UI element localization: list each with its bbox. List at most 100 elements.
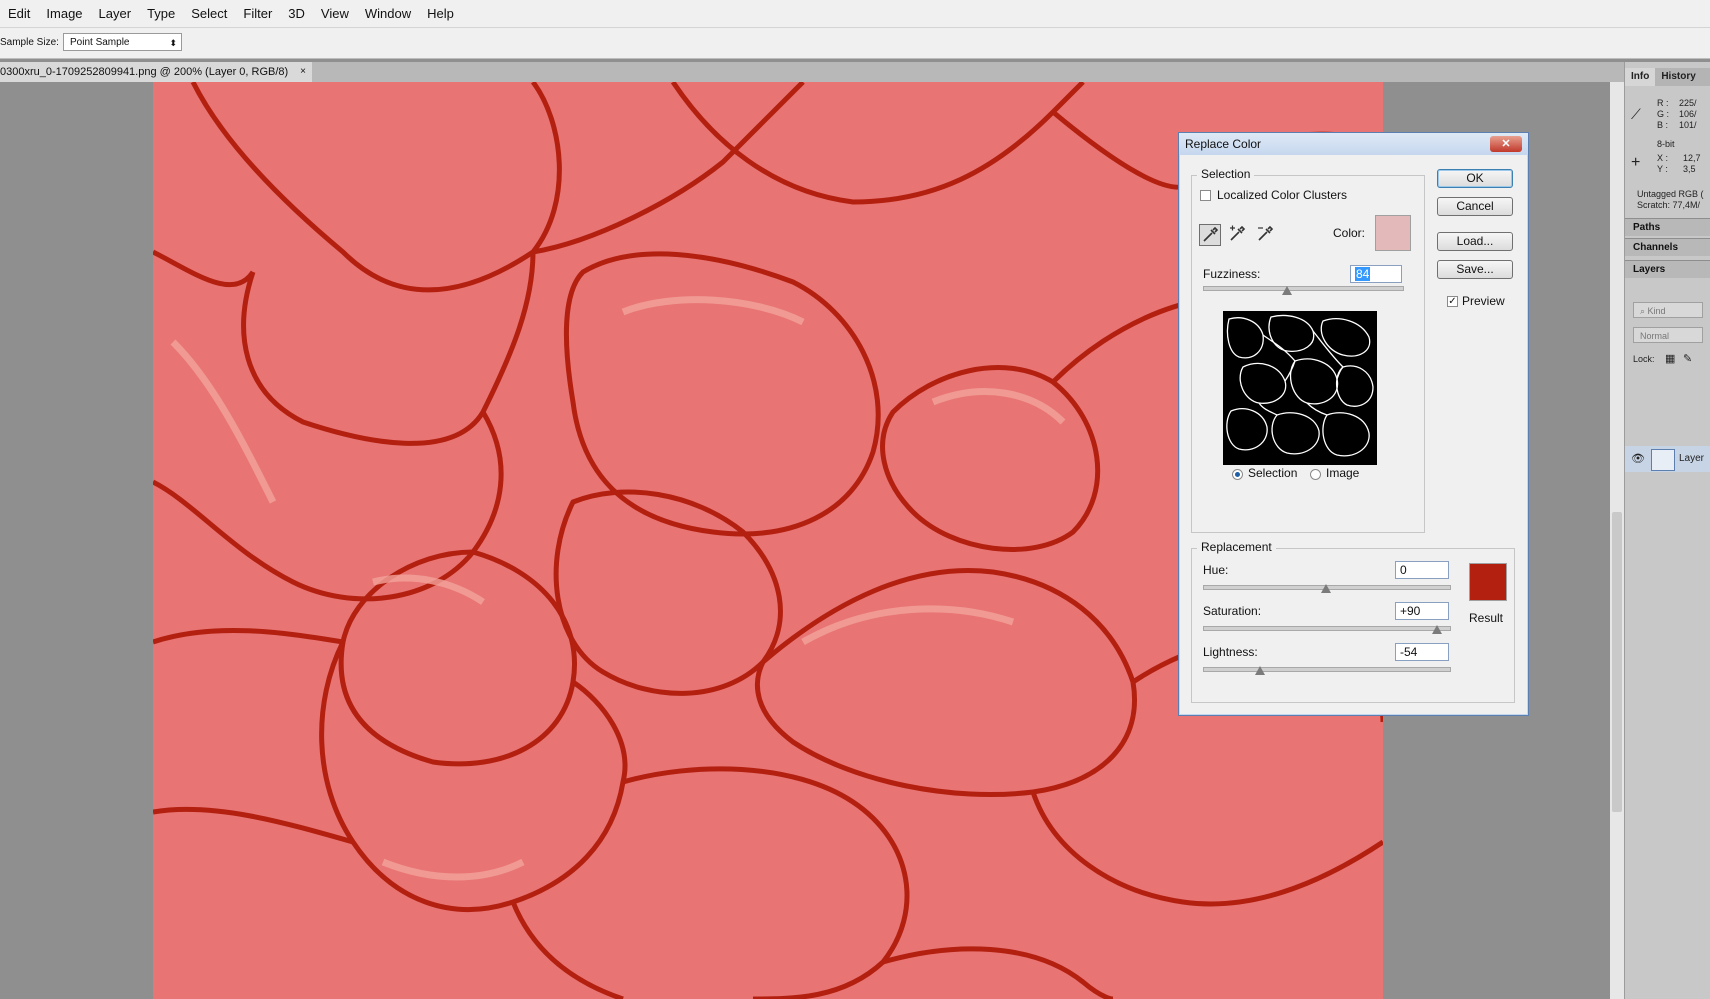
info-x-label: X : (1657, 153, 1669, 163)
sample-size-label: Sample Size: (0, 37, 59, 48)
layers-panel-tab[interactable]: Layers (1625, 260, 1710, 278)
kind-placeholder: Kind (1647, 306, 1666, 316)
scrollbar-thumb[interactable] (1612, 512, 1622, 812)
preview-label: Preview (1462, 294, 1505, 308)
search-icon: ⌕ (1640, 306, 1648, 316)
selection-preview-image (1223, 311, 1377, 465)
eyedropper-tool-icon[interactable] (1199, 224, 1221, 246)
menu-3d[interactable]: 3D (280, 0, 313, 27)
localized-clusters-label: Localized Color Clusters (1217, 188, 1348, 202)
fuzziness-slider-thumb[interactable] (1281, 286, 1292, 295)
info-b-value: 101/ (1679, 120, 1697, 130)
hue-slider-thumb[interactable] (1321, 584, 1331, 593)
localized-clusters-checkbox[interactable] (1200, 190, 1211, 201)
menu-window[interactable]: Window (357, 0, 419, 27)
lock-paint-brush-icon[interactable]: ✎ (1683, 352, 1692, 365)
sample-size-value: Point Sample (70, 37, 130, 48)
close-icon[interactable]: ✕ (1490, 136, 1522, 152)
load-button[interactable]: Load... (1437, 232, 1513, 251)
preview-checkbox[interactable]: ✓ (1447, 296, 1458, 307)
radio-selection-label: Selection (1248, 466, 1298, 480)
info-history-tabs: Info History (1625, 68, 1710, 86)
replacement-group-label: Replacement (1197, 540, 1276, 554)
visibility-eye-icon[interactable]: 👁 (1631, 452, 1645, 465)
lightness-field[interactable]: -54 (1395, 643, 1449, 661)
info-y-label: Y : (1657, 164, 1668, 174)
hue-label: Hue: (1203, 563, 1229, 577)
dialog-title: Replace Color (1185, 137, 1262, 151)
selection-group-label: Selection (1197, 167, 1255, 181)
select-arrows-icon: ⬍ (169, 38, 177, 48)
dialog-title-bar[interactable]: Replace Color (1179, 133, 1528, 155)
info-r-label: R : (1657, 98, 1669, 108)
layer-row[interactable]: 👁 Layer (1625, 446, 1710, 472)
fuzziness-label: Fuzziness: (1203, 267, 1261, 281)
menu-help[interactable]: Help (419, 0, 462, 27)
menu-view[interactable]: View (313, 0, 357, 27)
save-button[interactable]: Save... (1437, 260, 1513, 279)
info-g-value: 106/ (1679, 109, 1697, 119)
eyedropper-plus-icon[interactable] (1227, 224, 1249, 246)
menu-select[interactable]: Select (183, 0, 235, 27)
fuzziness-slider-track[interactable] (1203, 286, 1404, 291)
hue-value: 0 (1400, 563, 1407, 577)
result-label: Result (1469, 611, 1504, 625)
blend-mode-value: Normal (1640, 331, 1670, 341)
blend-mode-select[interactable]: Normal (1633, 327, 1703, 343)
menu-bar: Edit Image Layer Type Select Filter 3D V… (0, 0, 1710, 28)
lightness-slider-track[interactable] (1203, 667, 1451, 672)
channels-panel-tab[interactable]: Channels (1625, 238, 1710, 256)
lightness-slider-thumb[interactable] (1254, 666, 1265, 675)
saturation-label: Saturation: (1203, 604, 1262, 618)
info-b-label: B : (1657, 120, 1669, 130)
eyedropper-minus-icon[interactable] (1255, 224, 1277, 246)
result-color-swatch[interactable] (1469, 563, 1507, 601)
sample-size-select[interactable]: Point Sample ⬍ (63, 33, 182, 51)
cancel-button[interactable]: Cancel (1437, 197, 1513, 216)
close-tab-icon[interactable]: × (300, 62, 306, 82)
menu-edit[interactable]: Edit (0, 0, 38, 27)
lightness-label: Lightness: (1203, 645, 1258, 659)
document-tab[interactable]: 0300xru_0-1709252809941.png @ 200% (Laye… (0, 62, 313, 82)
menu-image[interactable]: Image (38, 0, 90, 27)
replace-color-dialog: Replace Color ✕ Selection Localized Colo… (1178, 132, 1529, 716)
info-r-value: 225/ (1679, 98, 1697, 108)
tab-history[interactable]: History (1655, 68, 1701, 86)
checkmark-icon: ✓ (1448, 296, 1457, 307)
right-panel-dock: Info History ⟋ R : 225/ G : 106/ B : 101… (1624, 62, 1710, 999)
lightness-value: -54 (1400, 645, 1418, 659)
options-bar: Sample Size: Point Sample ⬍ (0, 28, 1710, 59)
info-bitdepth: 8-bit (1657, 139, 1675, 149)
info-g-label: G : (1657, 109, 1670, 119)
hue-field[interactable]: 0 (1395, 561, 1449, 579)
lock-label: Lock: (1633, 354, 1655, 364)
layer-thumbnail (1651, 449, 1675, 471)
layer-kind-filter[interactable]: ⌕ Kind (1633, 302, 1703, 318)
crosshair-icon: + (1631, 154, 1641, 171)
saturation-field[interactable]: +90 (1395, 602, 1449, 620)
info-scratch: Scratch: 77,4M/ (1637, 200, 1701, 210)
fuzziness-field[interactable]: 84 (1350, 265, 1402, 283)
document-title: 0300xru_0-1709252809941.png @ 200% (Laye… (0, 66, 289, 78)
radio-selection[interactable] (1232, 469, 1243, 480)
saturation-slider-track[interactable] (1203, 626, 1451, 631)
tab-strip (312, 62, 1624, 82)
ok-button[interactable]: OK (1437, 169, 1513, 188)
saturation-slider-thumb[interactable] (1431, 625, 1442, 634)
saturation-value: +90 (1400, 604, 1421, 618)
color-label: Color: (1333, 226, 1366, 240)
info-y-value: 3,5 (1683, 164, 1696, 174)
layer-name: Layer (1679, 453, 1705, 464)
info-profile: Untagged RGB ( (1637, 189, 1704, 199)
menu-layer[interactable]: Layer (91, 0, 140, 27)
tab-info[interactable]: Info (1625, 68, 1656, 86)
menu-type[interactable]: Type (139, 0, 183, 27)
radio-image[interactable] (1310, 469, 1321, 480)
vertical-scrollbar[interactable] (1610, 82, 1624, 999)
radio-image-label: Image (1326, 466, 1360, 480)
sample-color-swatch[interactable] (1375, 215, 1411, 251)
lock-transparency-icon[interactable]: ▦ (1665, 352, 1675, 365)
info-x-value: 12,7 (1683, 153, 1701, 163)
paths-panel-tab[interactable]: Paths (1625, 218, 1710, 236)
menu-filter[interactable]: Filter (235, 0, 280, 27)
